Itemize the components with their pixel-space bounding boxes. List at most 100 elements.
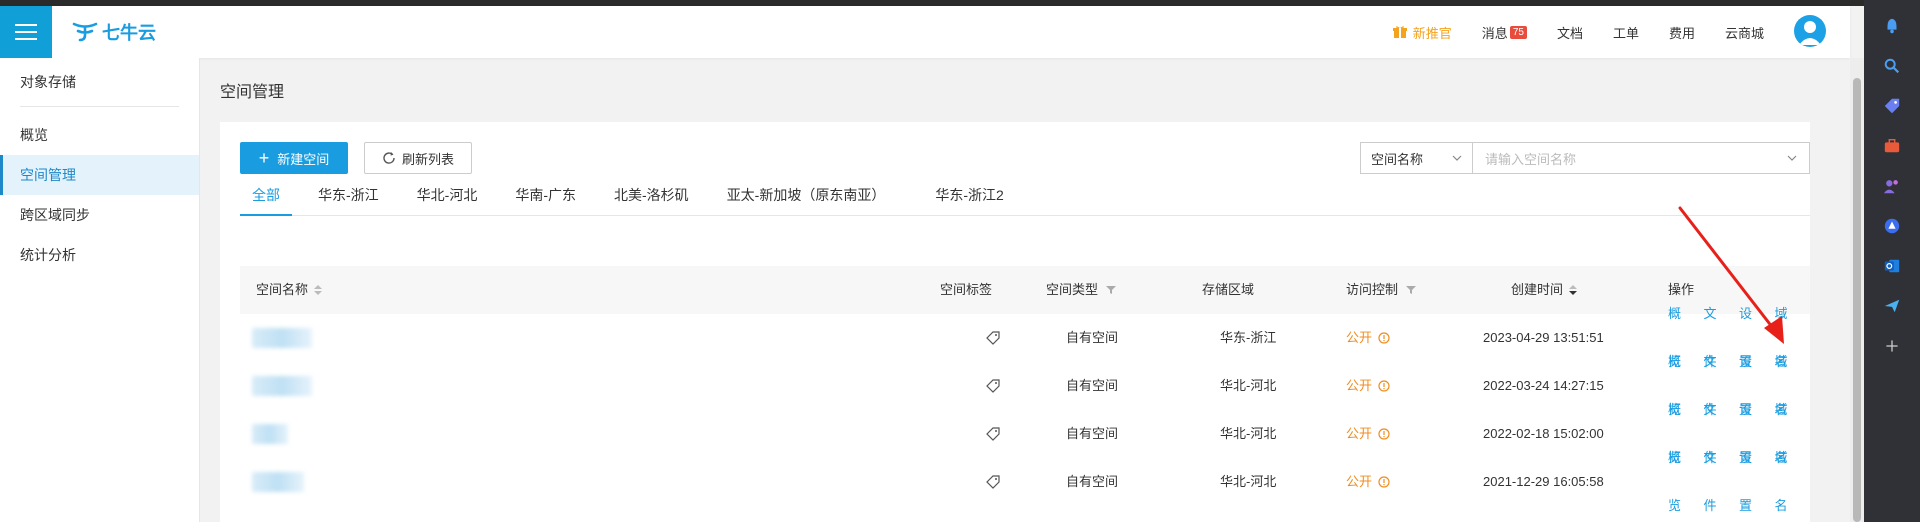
tab-all[interactable]: 全部 [240, 180, 292, 216]
tag-icon-cell[interactable] [986, 410, 1000, 458]
messages-badge: 75 [1509, 25, 1527, 39]
access-status-label: 公开 [1346, 378, 1373, 393]
col-created-time[interactable]: 创建时间 [1511, 266, 1578, 314]
refresh-list-label: 刷新列表 [401, 151, 454, 167]
tag-icon-cell[interactable] [986, 314, 1000, 362]
promo-link[interactable]: 新推官 [1392, 23, 1452, 42]
bucket-name-redacted[interactable] [252, 328, 312, 348]
created-time: 2022-03-24 14:27:15 [1483, 378, 1604, 393]
settings-link[interactable]: 设置 [1739, 434, 1763, 522]
header-nav: 新推官 消息 75 文档 工单 费用 云商城 [1363, 6, 1764, 58]
docs-label: 文档 [1556, 25, 1583, 41]
bucket-name-redacted[interactable] [252, 472, 304, 492]
sidebar-item-cross-region-sync[interactable]: 跨区域同步 [0, 195, 199, 235]
marketplace-label: 云商城 [1724, 25, 1764, 41]
created-time: 2022-02-18 15:02:00 [1483, 426, 1604, 441]
overview-link[interactable]: 概览 [1668, 434, 1692, 522]
sidebar-item-overview[interactable]: 概览 [0, 115, 199, 155]
search-input[interactable]: 请输入空间名称 [1472, 142, 1810, 174]
tickets-link[interactable]: 工单 [1613, 23, 1639, 42]
access-status: 公开 [1346, 362, 1390, 410]
tab-north-hebei[interactable]: 华北-河北 [411, 180, 484, 216]
domain-link[interactable]: 域名 [1775, 434, 1799, 522]
filter-icon[interactable] [1406, 285, 1417, 295]
people-icon[interactable] [1882, 176, 1902, 196]
sidebar-divider [20, 106, 179, 107]
bucket-type: 自有空间 [1066, 330, 1119, 345]
search-field-select[interactable]: 空间名称 [1360, 142, 1472, 174]
bucket-type: 自有空间 [1066, 426, 1119, 441]
tickets-label: 工单 [1612, 25, 1639, 41]
files-link[interactable]: 文件 [1704, 434, 1728, 522]
tag-icon-cell[interactable] [986, 362, 1000, 410]
new-bucket-label: 新建空间 [277, 151, 330, 167]
tab-south-guangdong[interactable]: 华南-广东 [509, 180, 582, 216]
filter-icon[interactable] [1106, 285, 1117, 295]
info-icon[interactable] [1378, 332, 1390, 344]
outlook-icon[interactable] [1882, 256, 1902, 276]
sidebar: 对象存储 概览 空间管理 跨区域同步 统计分析 [0, 58, 200, 522]
sort-icon[interactable] [1569, 285, 1578, 295]
col-bucket-type: 空间类型 [1046, 266, 1117, 314]
sort-icon[interactable] [314, 285, 323, 295]
copilot-icon[interactable] [1882, 216, 1902, 236]
billing-link[interactable]: 费用 [1669, 23, 1695, 42]
qiniu-logo-icon [72, 22, 98, 42]
access-status: 公开 [1346, 410, 1390, 458]
access-status-label: 公开 [1346, 426, 1373, 441]
table-row: 自有空间 华北-河北 公开 2022-03-24 14:27:15 概览 文件 … [240, 354, 1810, 417]
bucket-list-card: + 新建空间 刷新列表 空间名称 请输入空间名称 全部 华东-浙江 华北-河北 … [220, 122, 1810, 522]
send-icon[interactable] [1882, 296, 1902, 316]
sidebar-item-statistics[interactable]: 统计分析 [0, 235, 199, 275]
tag-icon [986, 331, 1000, 345]
access-status: 公开 [1346, 314, 1390, 362]
bucket-name-redacted[interactable] [252, 376, 312, 396]
col-bucket-tag: 空间标签 [940, 266, 992, 314]
tab-na-los-angeles[interactable]: 北美-洛杉矶 [608, 180, 695, 216]
search-bar: 空间名称 请输入空间名称 [1360, 142, 1810, 174]
toolbox-icon[interactable] [1882, 136, 1902, 156]
add-icon[interactable] [1882, 336, 1902, 356]
table-row: 自有空间 华北-河北 公开 2021-12-29 16:05:58 概览 文件 … [240, 450, 1810, 513]
col-bucket-type-label: 空间类型 [1046, 282, 1099, 297]
info-icon[interactable] [1378, 380, 1390, 392]
bell-icon[interactable] [1882, 16, 1902, 36]
col-access-control-label: 访问控制 [1346, 282, 1399, 297]
access-status-label: 公开 [1346, 474, 1373, 489]
scrollbar-thumb[interactable] [1853, 78, 1861, 522]
col-bucket-name[interactable]: 空间名称 [256, 266, 323, 314]
hamburger-menu-button[interactable] [0, 6, 52, 58]
bucket-name-redacted[interactable] [252, 424, 288, 444]
brand-logo[interactable]: 七牛云 [72, 19, 156, 45]
user-avatar[interactable] [1794, 15, 1826, 47]
bucket-type: 自有空间 [1066, 378, 1119, 393]
sidebar-item-bucket-management[interactable]: 空间管理 [0, 155, 199, 195]
search-icon[interactable] [1882, 56, 1902, 76]
access-status: 公开 [1346, 458, 1390, 506]
storage-region: 华北-河北 [1220, 474, 1277, 489]
user-icon [1799, 21, 1821, 45]
created-time: 2023-04-29 13:51:51 [1483, 330, 1604, 345]
new-bucket-button[interactable]: + 新建空间 [240, 142, 348, 174]
marketplace-link[interactable]: 云商城 [1725, 23, 1764, 42]
refresh-list-button[interactable]: 刷新列表 [364, 142, 472, 174]
bucket-type: 自有空间 [1066, 474, 1119, 489]
chevron-down-icon [1452, 155, 1462, 161]
tab-east-zhejiang[interactable]: 华东-浙江 [312, 180, 385, 216]
table-row: 自有空间 华北-河北 公开 2022-02-18 15:02:00 概览 文件 … [240, 402, 1810, 465]
col-bucket-tag-label: 空间标签 [940, 282, 993, 297]
chevron-down-icon [1787, 155, 1797, 161]
col-created-time-label: 创建时间 [1511, 282, 1564, 297]
tag-icon[interactable] [1882, 96, 1902, 116]
docs-link[interactable]: 文档 [1557, 23, 1583, 42]
brand-name: 七牛云 [102, 23, 156, 43]
gift-icon [1392, 26, 1407, 38]
messages-link[interactable]: 消息 75 [1482, 23, 1527, 42]
storage-region: 华东-浙江 [1220, 330, 1277, 345]
tab-east-zhejiang-2[interactable]: 华东-浙江2 [929, 180, 1009, 216]
info-icon[interactable] [1378, 476, 1390, 488]
billing-label: 费用 [1668, 25, 1695, 41]
tab-ap-singapore[interactable]: 亚太-新加坡（原东南亚） [721, 180, 892, 216]
info-icon[interactable] [1378, 428, 1390, 440]
tag-icon-cell[interactable] [986, 458, 1000, 506]
